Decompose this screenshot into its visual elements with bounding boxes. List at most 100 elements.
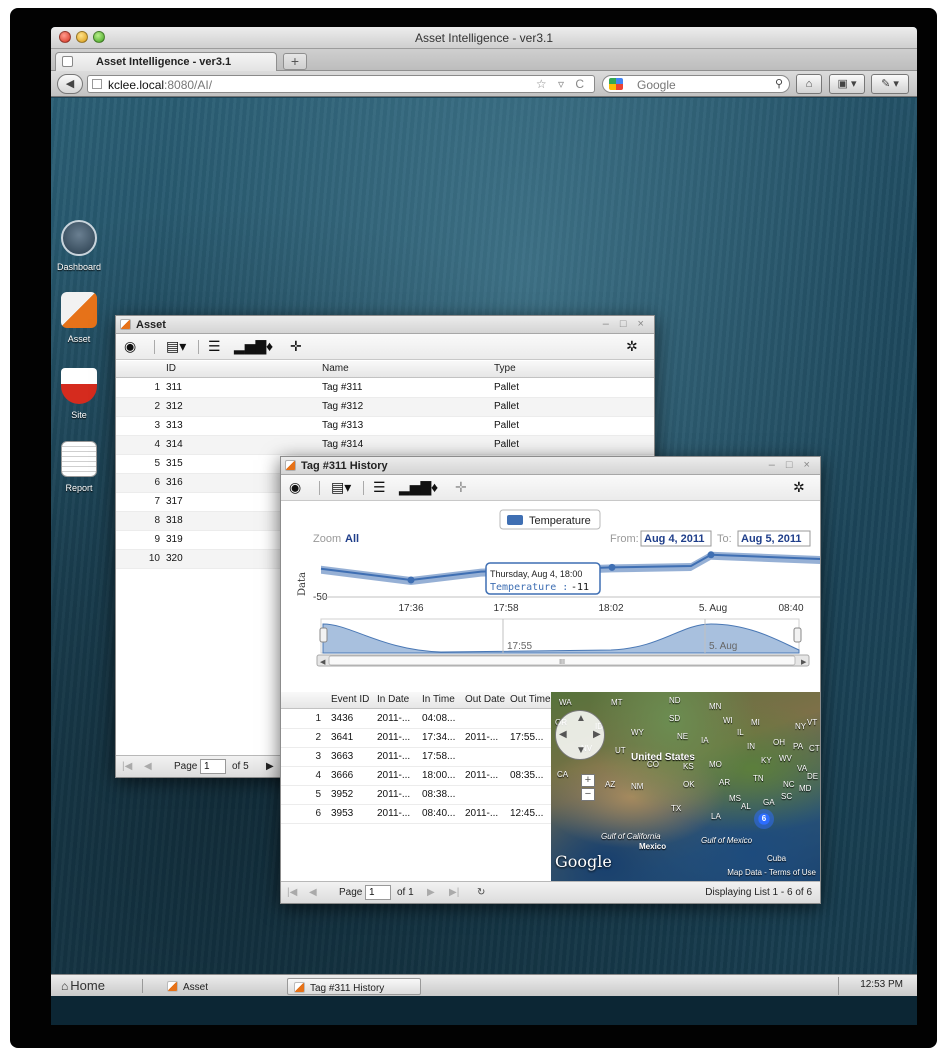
addon-button[interactable]: ✎ ▾ — [871, 74, 909, 94]
first-page-icon[interactable]: |◀ — [287, 887, 297, 898]
table-row[interactable]: 3 3663 2011-... 17:58... — [281, 748, 551, 767]
taskbar-item-label: Tag #311 History — [310, 983, 385, 994]
search-input[interactable]: Google ⚲ — [602, 75, 790, 93]
table-row[interactable]: 4 314 Tag #314 Pallet — [116, 436, 654, 455]
data-point[interactable] — [707, 551, 715, 559]
cell-name: Tag #311 — [322, 382, 363, 393]
navigator-left-handle[interactable] — [319, 627, 328, 643]
column-header-event-id[interactable]: Event ID — [331, 694, 369, 705]
map-credits-link[interactable]: Map Data - Terms of Use — [727, 868, 816, 877]
asset-window-header[interactable]: Asset – □ × — [116, 316, 654, 334]
zoom-all-button[interactable]: All — [345, 533, 359, 545]
table-row[interactable]: 2 3641 2011-... 17:34... 2011-... 17:55... — [281, 729, 551, 748]
map-zoom-in-button[interactable]: + — [581, 774, 595, 787]
table-row[interactable]: 4 3666 2011-... 18:00... 2011-... 08:35... — [281, 767, 551, 786]
page-number-input[interactable]: 1 — [365, 885, 391, 900]
add-location-icon[interactable]: ✛ — [290, 339, 302, 353]
column-header-id[interactable]: ID — [166, 363, 176, 374]
map-pan-control[interactable]: ▲ ◀ ▶ ▼ — [555, 710, 605, 760]
data-point[interactable] — [407, 576, 415, 584]
window-controls[interactable]: – □ × — [769, 459, 814, 471]
new-tab-button[interactable]: + — [283, 53, 307, 70]
taskbar-item-asset[interactable]: Asset — [161, 978, 271, 995]
cell-type: Pallet — [494, 382, 520, 393]
settings-gear-icon[interactable]: ✲ — [626, 339, 638, 353]
navigator-right-handle[interactable] — [793, 627, 802, 643]
home-button[interactable]: ⌂ — [796, 74, 822, 94]
taskbar-item-history[interactable]: Tag #311 History — [287, 978, 421, 995]
to-label: To: — [717, 533, 732, 545]
refresh-icon[interactable]: ↻ — [477, 887, 485, 898]
google-logo-icon[interactable] — [609, 78, 623, 90]
pan-down-icon[interactable]: ▼ — [576, 745, 586, 756]
cell-id: 313 — [166, 420, 183, 431]
map-state-label: SD — [669, 714, 681, 723]
desktop-icon-asset[interactable]: Asset — [51, 292, 107, 344]
prev-page-icon[interactable]: ◀ — [309, 887, 317, 898]
pan-right-icon[interactable]: ▶ — [593, 729, 601, 740]
table-row[interactable]: 1 311 Tag #311 Pallet — [116, 379, 654, 398]
column-header-type[interactable]: Type — [494, 363, 516, 374]
page-number-input[interactable]: 1 — [200, 759, 226, 774]
next-page-icon[interactable]: ▶ — [427, 887, 435, 898]
bookmarks-button[interactable]: ▣ ▾ — [829, 74, 865, 94]
search-icon[interactable]: ⚲ — [775, 77, 783, 90]
desktop-icon-report[interactable]: Report — [51, 441, 107, 493]
document-menu-icon[interactable]: ▤▾ — [166, 339, 186, 353]
map-gulf-california-label: Gulf of California — [601, 832, 661, 841]
add-location-icon[interactable]: ✛ — [455, 480, 467, 494]
map-state-label: CT — [809, 744, 820, 753]
list-view-icon[interactable]: ☰ — [208, 339, 221, 353]
address-bar[interactable]: kclee.local:8080/AI/ ☆ ▿ C — [87, 75, 595, 93]
pan-left-icon[interactable]: ◀ — [559, 729, 567, 740]
list-view-icon[interactable]: ☰ — [373, 480, 386, 494]
prev-page-icon[interactable]: ◀ — [144, 761, 152, 772]
map-pin-icon[interactable]: ♦ — [431, 480, 438, 494]
row-number: 3 — [154, 420, 160, 431]
column-header-out-date[interactable]: Out Date — [465, 694, 505, 705]
map-zoom-out-button[interactable]: − — [581, 788, 595, 801]
map-state-label: MO — [709, 760, 722, 769]
data-point[interactable] — [608, 563, 616, 571]
cell-out-date: 2011-... — [465, 770, 499, 781]
map-view[interactable]: WAMTNDMNORSDWIMINYWYNEIAINOHPAUTCOKSMOKY… — [551, 692, 820, 882]
column-header-in-date[interactable]: In Date — [377, 694, 409, 705]
last-page-icon[interactable]: ▶| — [449, 887, 459, 898]
table-row[interactable]: 6 3953 2011-... 08:40... 2011-... 12:45... — [281, 805, 551, 824]
site-identity-icon[interactable] — [92, 79, 102, 89]
map-gulf-mexico-label: Gulf of Mexico — [701, 836, 753, 845]
map-state-label: TN — [753, 774, 764, 783]
document-menu-icon[interactable]: ▤▾ — [331, 480, 351, 494]
history-window-header[interactable]: Tag #311 History – □ × — [281, 457, 820, 475]
chart-view-icon[interactable]: ▂▅▇ — [399, 480, 431, 494]
first-page-icon[interactable]: |◀ — [122, 761, 132, 772]
map-pin-icon[interactable]: ♦ — [266, 339, 273, 353]
taskbar-home-label: Home — [70, 978, 105, 993]
column-header-name[interactable]: Name — [322, 363, 349, 374]
asset-box-icon — [61, 292, 97, 328]
url-tools[interactable]: ☆ ▿ C — [536, 77, 588, 91]
table-row[interactable]: 3 313 Tag #313 Pallet — [116, 417, 654, 436]
map-cluster-marker[interactable]: 6 — [754, 809, 774, 829]
column-header-in-time[interactable]: In Time — [422, 694, 455, 705]
table-row[interactable]: 5 3952 2011-... 08:38... — [281, 786, 551, 805]
chart-view-icon[interactable]: ▂▅▇ — [234, 339, 266, 353]
search-placeholder: Google — [637, 78, 676, 92]
page-favicon-icon — [62, 56, 73, 67]
view-eye-icon[interactable]: ◉ — [289, 480, 301, 494]
table-row[interactable]: 2 312 Tag #312 Pallet — [116, 398, 654, 417]
view-eye-icon[interactable]: ◉ — [124, 339, 136, 353]
back-button[interactable]: ◀ — [57, 74, 83, 94]
pan-up-icon[interactable]: ▲ — [576, 713, 586, 724]
map-state-label: IA — [701, 736, 709, 745]
desktop-icon-site[interactable]: Site — [51, 368, 107, 420]
map-mexico-label: Mexico — [639, 842, 667, 851]
browser-tab[interactable]: Asset Intelligence - ver3.1 — [55, 52, 277, 71]
desktop-icon-dashboard[interactable]: Dashboard — [51, 220, 107, 272]
window-controls[interactable]: – □ × — [603, 318, 648, 330]
taskbar-home-button[interactable]: ⌂ Home — [61, 978, 105, 993]
next-page-icon[interactable]: ▶ — [266, 761, 274, 772]
table-row[interactable]: 1 3436 2011-... 04:08... — [281, 710, 551, 729]
column-header-out-time[interactable]: Out Time — [510, 694, 551, 705]
settings-gear-icon[interactable]: ✲ — [793, 480, 805, 494]
